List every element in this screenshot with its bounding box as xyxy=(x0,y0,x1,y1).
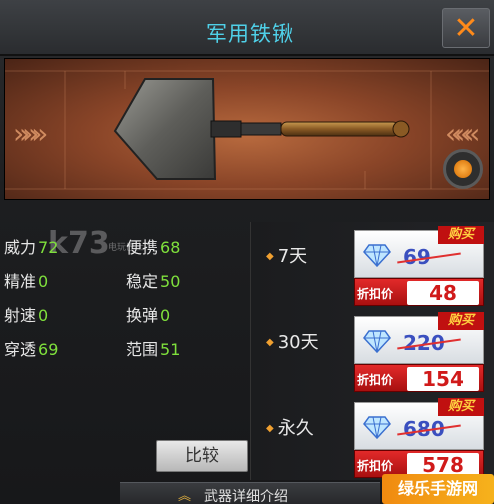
close-icon: ✕ xyxy=(453,11,479,46)
stat-penetration: 穿透 69 xyxy=(4,340,59,359)
chevron-up-icon: ︽ xyxy=(178,489,192,504)
duration-7d[interactable]: ◆ 7天 xyxy=(266,242,307,268)
close-button[interactable]: ✕ xyxy=(442,8,490,48)
stat-power: 威力 72 xyxy=(4,238,59,257)
diamond-icon xyxy=(363,330,391,353)
discount-label: 折扣价 xyxy=(357,373,394,387)
weapon-title: 军用铁锹 xyxy=(206,22,294,46)
details-label: 武器详细介绍 xyxy=(204,489,288,504)
rotate-view-icon[interactable] xyxy=(443,149,483,189)
header-bar: 军用铁锹 ✕ xyxy=(0,0,494,56)
buy-tag[interactable]: 购买 xyxy=(438,312,484,330)
discount-row: 折扣价 154 xyxy=(354,364,484,392)
compare-button[interactable]: 比较 xyxy=(156,440,248,472)
weapon-details-button[interactable]: ︽ 武器详细介绍 xyxy=(120,482,380,504)
site-logo: 绿乐手游网 xyxy=(382,474,494,504)
discount-row: 折扣价 48 xyxy=(354,278,484,306)
price-card-permanent[interactable]: 680 购买 折扣价 578 xyxy=(354,398,484,478)
shovel-icon xyxy=(113,78,410,180)
next-arrow-icon[interactable]: ««« xyxy=(445,117,481,150)
stat-reload: 换弹 0 xyxy=(126,306,171,325)
stat-stability: 稳定 50 xyxy=(126,272,181,291)
buy-tag[interactable]: 购买 xyxy=(438,398,484,416)
buy-tag[interactable]: 购买 xyxy=(438,226,484,244)
stat-fire-rate: 射速 0 xyxy=(4,306,49,325)
price-card-7d[interactable]: 69 购买 折扣价 48 xyxy=(354,226,484,306)
discount-label: 折扣价 xyxy=(357,287,394,301)
stat-portability: 便携 68 xyxy=(126,238,181,257)
duration-permanent[interactable]: ◆ 永久 xyxy=(266,414,314,440)
price-card-30d[interactable]: 220 购买 折扣价 154 xyxy=(354,312,484,392)
stats-panel: 威力 72 便携 68 精准 0 稳定 50 射速 0 换弹 0 穿透 69 范围 51 xyxy=(0,222,250,382)
discount-label: 折扣价 xyxy=(357,459,394,473)
duration-30d[interactable]: ◆ 30天 xyxy=(266,328,319,354)
discount-price: 154 xyxy=(407,367,479,391)
prev-arrow-icon[interactable]: »»» xyxy=(13,117,49,150)
diamond-icon xyxy=(363,244,391,267)
stat-range: 范围 51 xyxy=(126,340,181,359)
stat-accuracy: 精准 0 xyxy=(4,272,49,291)
shop-window: 军用铁锹 ✕ »»» ««« k73 电玩巴士 威力 72 便携 68 精准 0… xyxy=(0,0,494,504)
discount-price: 48 xyxy=(407,281,479,305)
diamond-icon xyxy=(363,416,391,439)
weapon-showcase: »»» ««« xyxy=(4,58,490,200)
